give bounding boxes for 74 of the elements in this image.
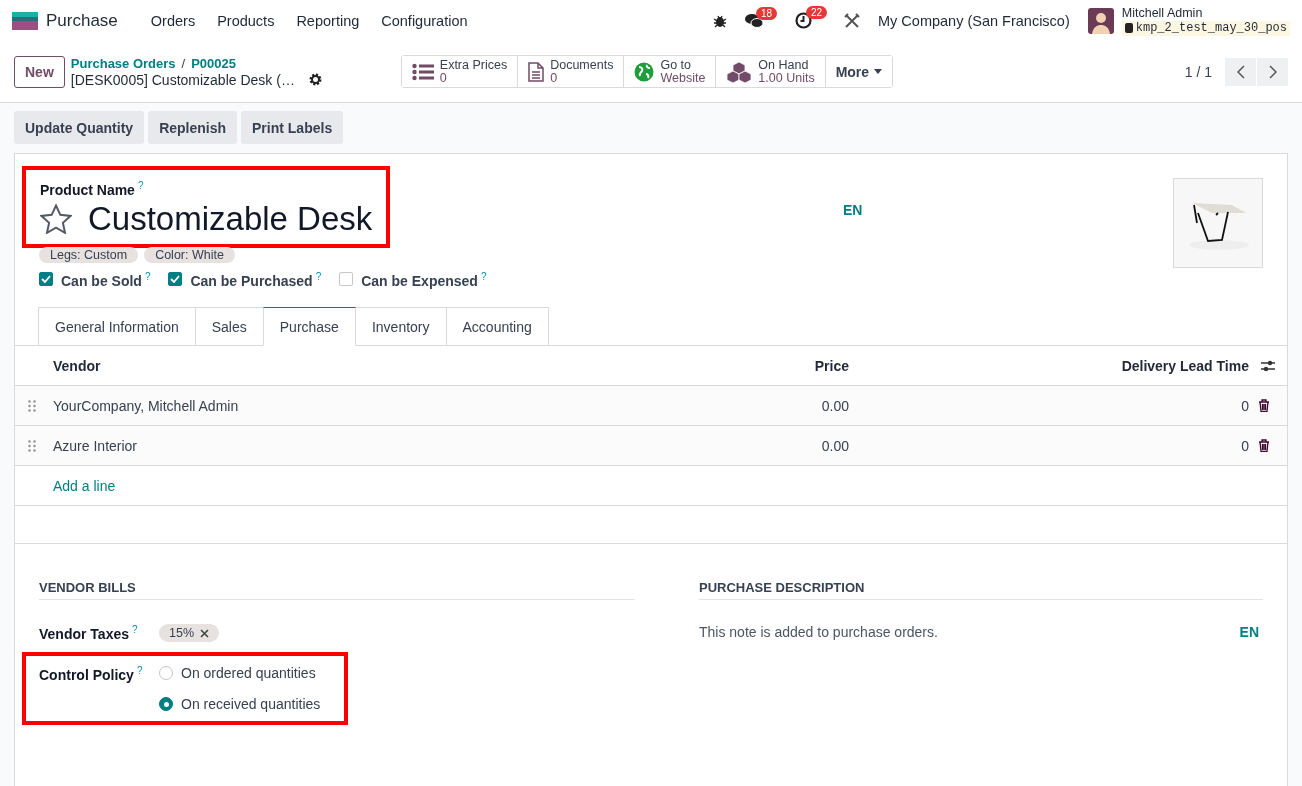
globe-icon xyxy=(634,61,655,82)
action-button[interactable]: Update Quantity xyxy=(14,111,145,144)
user-name: Mitchell Admin xyxy=(1121,5,1204,21)
app-name: Purchase xyxy=(46,10,118,31)
message-count: 18 xyxy=(756,6,778,20)
checkbox-label: Can be Expensed $^{?}$ xyxy=(361,270,487,289)
section-title: PURCHASE DESCRIPTION xyxy=(699,580,1263,601)
bug-icon[interactable] xyxy=(713,13,727,28)
app-logo-icon[interactable] xyxy=(12,11,38,30)
breadcrumb-separator: / xyxy=(181,55,186,72)
boxes-icon xyxy=(726,60,753,83)
checkbox[interactable] xyxy=(39,272,53,287)
company-switcher[interactable]: My Company (San Francisco) xyxy=(878,12,1070,29)
field-label: Product Name $^{?}$ xyxy=(40,181,144,198)
new-button[interactable]: New xyxy=(14,55,65,88)
next-button[interactable] xyxy=(1257,57,1288,86)
pager-value: 1 / 1 xyxy=(1184,63,1212,80)
drag-handle-icon[interactable] xyxy=(28,439,36,452)
field-label: Vendor Taxes $^{?}$ xyxy=(39,624,139,642)
action-button[interactable]: Print Labels xyxy=(241,111,344,144)
delete-icon[interactable] xyxy=(1258,439,1270,453)
favorite-star-icon[interactable] xyxy=(40,203,72,234)
settings-icon[interactable] xyxy=(308,73,322,86)
tab[interactable]: General Information xyxy=(38,307,196,347)
checkbox[interactable] xyxy=(168,272,183,287)
radio-label: On ordered quantities xyxy=(181,665,316,682)
table-cell-text: 0.00 xyxy=(820,437,849,454)
list-icon xyxy=(411,62,434,81)
user-avatar[interactable] xyxy=(1087,7,1114,34)
tax-tag: 15% xyxy=(159,624,220,643)
table-cell-text: 0 xyxy=(1240,397,1249,414)
table-cell-text: YourCompany, Mitchell Admin xyxy=(53,397,240,414)
database-name: kmp_2_test_may_30_pos xyxy=(1121,20,1290,36)
checkbox-label: Can be Purchased $^{?}$ xyxy=(190,270,322,289)
column-header: Price xyxy=(813,357,849,374)
chevron-right-icon xyxy=(1268,64,1277,79)
previous-button[interactable] xyxy=(1225,57,1256,86)
section-title: VENDOR BILLS xyxy=(39,580,635,601)
remove-icon[interactable] xyxy=(200,628,210,638)
column-header: Delivery Lead Time xyxy=(1120,357,1249,374)
radio-button[interactable] xyxy=(159,666,173,681)
record-title: [DESK0005] Customizable Desk (… xyxy=(70,71,295,88)
column-header: Vendor xyxy=(53,357,102,374)
menu-item[interactable]: Reporting xyxy=(285,12,371,29)
caret-icon xyxy=(874,69,883,74)
table-cell-text: 0.00 xyxy=(820,397,849,414)
field-label: Control Policy $^{?}$ xyxy=(39,665,144,685)
delete-icon[interactable] xyxy=(1258,399,1270,413)
radio-label: On received quantities xyxy=(181,696,321,713)
document-icon xyxy=(528,61,545,82)
breadcrumb-link[interactable]: Purchase Orders xyxy=(70,55,176,72)
activity-count: 22 xyxy=(806,6,828,19)
table-cell-text: Azure Interior xyxy=(53,437,139,454)
menu-item[interactable]: Products xyxy=(206,12,286,29)
table-cell-text: 0 xyxy=(1240,437,1249,454)
tools-icon[interactable] xyxy=(844,12,860,29)
chevron-left-icon xyxy=(1236,64,1245,79)
drag-handle-icon[interactable] xyxy=(28,399,36,412)
add-line-link[interactable]: Add a line xyxy=(53,477,116,494)
menu-item[interactable]: Orders xyxy=(139,12,207,29)
tab[interactable]: Accounting xyxy=(445,307,549,347)
action-button[interactable]: Replenish xyxy=(148,111,238,144)
smart-button[interactable]: Extra Prices 0 xyxy=(401,56,519,87)
column-settings-icon[interactable] xyxy=(1261,359,1275,372)
clock-icon[interactable] xyxy=(795,12,812,29)
language-button[interactable]: EN xyxy=(1239,624,1259,641)
checkbox-label: Can be Sold $^{?}$ xyxy=(61,270,151,289)
tab[interactable]: Purchase xyxy=(262,307,356,347)
language-button[interactable]: EN xyxy=(843,202,863,218)
product-name-field[interactable]: Customizable Desk xyxy=(88,199,373,238)
breadcrumb-link[interactable]: P00025 xyxy=(191,55,237,72)
checkbox[interactable] xyxy=(339,272,354,287)
radio-button[interactable] xyxy=(159,697,173,712)
menu-item[interactable]: Configuration xyxy=(370,12,479,29)
